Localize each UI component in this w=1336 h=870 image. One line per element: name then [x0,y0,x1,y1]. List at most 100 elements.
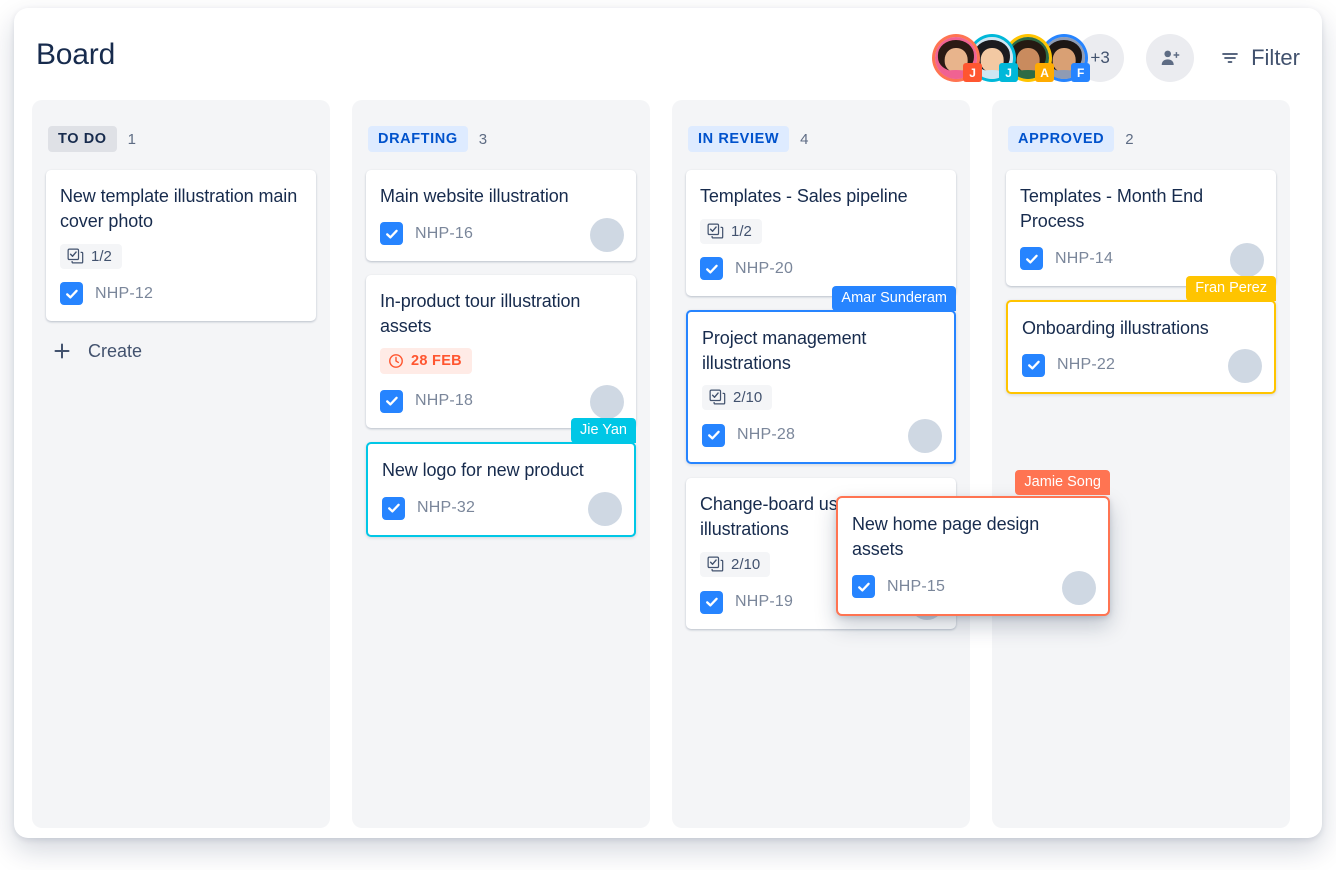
filter-label: Filter [1251,45,1300,70]
column-card-count: 1 [127,130,136,148]
column-title: APPROVED [1008,126,1115,152]
task-type-icon [1022,353,1045,377]
subtask-icon [707,223,724,240]
task-key-label: NHP-19 [735,593,794,611]
subtask-count-label: 1/2 [91,247,112,265]
task-type-icon [700,590,723,614]
plus-icon [52,341,72,361]
board-window: Board J J A F +3 Filter TO DO 1 New temp… [14,8,1322,838]
page-title: Board [36,38,116,71]
dragged-card[interactable]: Jamie Song New home page design assets NHP… [836,470,1110,616]
board-card[interactable]: Amar Sunderam Project management illustra… [686,285,956,465]
board-header: Board J J A F +3 Filter [14,8,1322,100]
task-key-label: NHP-18 [415,392,474,410]
task-key-label: NHP-20 [735,259,794,277]
subtask-count-label: 1/2 [731,222,752,240]
avatar-initial-badge: J [963,63,983,82]
card-footer: NHP-28 [702,420,940,450]
card-title: New template illustration main cover pho… [60,186,298,231]
subtask-icon [67,248,84,265]
column-header: DRAFTING 3 [368,126,636,152]
board-card[interactable]: New template illustration main cover pho… [46,170,316,321]
card-title: Main website illustration [380,186,569,206]
add-person-button[interactable] [1146,34,1195,82]
avatar-initial-badge: F [1071,63,1091,82]
card-title: New home page design assets [852,514,1040,559]
board-card[interactable]: Templates - Sales pipeline 1/2 NHP-20 [686,170,956,296]
board-card[interactable]: Main website illustration NHP-16 [366,170,636,261]
clock-icon [388,353,404,369]
due-date-pill: 28 FEB [380,348,472,375]
task-key-label: NHP-28 [737,426,796,444]
subtask-count-pill: 1/2 [700,218,762,244]
subtask-count-pill: 2/10 [700,552,771,578]
assignee-name-tag: Jie Yan [570,418,636,444]
task-key-label: NHP-16 [415,224,474,242]
card-title: In-product tour illustration assets [380,290,581,336]
subtask-count-pill: 1/2 [60,243,122,269]
card-footer: NHP-22 [1022,350,1260,380]
board-card[interactable]: Jie Yan New logo for new product NHP-32 [366,418,636,538]
task-key-label: NHP-14 [1055,249,1114,267]
card-title: Onboarding illustrations [1022,317,1209,338]
card-title: Project management illustrations [702,327,867,373]
card-footer: NHP-16 [380,219,622,249]
create-card-button[interactable]: Create [46,335,316,366]
board-card[interactable]: Templates - Month End Process NHP-14 [1006,170,1276,286]
subtask-count-pill: 2/10 [702,385,773,411]
task-type-icon [700,257,723,281]
card-title: New logo for new product [382,460,584,481]
screen-root: Board J J A F +3 Filter TO DO 1 New temp… [0,0,1336,870]
task-key-label: NHP-12 [95,284,154,302]
board-column: DRAFTING 3 Main website illustration NHP-16… [352,100,650,828]
board-column: IN REVIEW 4 Templates - Sales pipeline 1/2 N… [672,100,970,828]
subtask-icon [709,389,726,406]
task-key-label: NHP-32 [417,499,476,517]
task-type-icon [60,282,83,306]
subtask-icon [707,556,724,573]
board-card[interactable]: Fran Perez Onboarding illustrations NHP-22 [1006,275,1276,395]
header-actions: J J A F +3 Filter [932,34,1300,82]
task-key-label: NHP-15 [887,577,946,595]
avatar[interactable]: J [932,34,983,82]
card-footer: NHP-20 [700,254,942,284]
column-title: TO DO [48,126,117,152]
assignee-name-tag: Fran Perez [1186,275,1276,301]
subtask-count-label: 2/10 [733,389,763,407]
column-header: IN REVIEW 4 [688,126,956,152]
task-type-icon [380,389,403,413]
card-assignee-avatar[interactable] [1230,242,1264,277]
card-title: Templates - Month End Process [1020,186,1203,231]
task-type-icon [1020,247,1043,271]
card-footer: NHP-14 [1020,244,1262,274]
column-header: TO DO 1 [48,126,316,152]
column-header: APPROVED 2 [1008,126,1276,152]
avatar-stack[interactable]: J J A F +3 [932,34,1125,82]
board-columns: TO DO 1 New template illustration main cov… [32,100,1304,828]
card-footer: NHP-18 [380,386,622,416]
card-footer: NHP-12 [60,279,302,309]
card-title: Templates - Sales pipeline [700,186,908,206]
subtask-count-label: 2/10 [731,556,761,574]
column-title: DRAFTING [368,126,468,152]
filter-button[interactable]: Filter [1220,45,1300,71]
filter-icon [1220,48,1240,68]
board-card[interactable]: In-product tour illustration assets 28 FE… [366,274,636,429]
task-type-icon [380,222,403,246]
task-type-icon [852,575,875,599]
avatar-initial-badge: J [999,63,1019,82]
board-column: TO DO 1 New template illustration main cov… [32,100,330,828]
column-card-count: 4 [800,130,809,148]
task-type-icon [382,496,405,520]
avatar-initial-badge: A [1035,63,1055,82]
card-assignee-avatar[interactable] [1062,570,1096,605]
column-card-count: 3 [478,130,488,148]
due-date-label: 28 FEB [411,353,462,370]
assignee-name-tag: Amar Sunderam [832,285,956,311]
task-key-label: NHP-22 [1057,356,1116,374]
add-person-icon [1159,47,1181,69]
card-footer: NHP-32 [382,493,620,523]
column-card-count: 2 [1125,130,1134,148]
task-type-icon [702,423,725,447]
card-assignee-avatar[interactable] [590,217,624,252]
